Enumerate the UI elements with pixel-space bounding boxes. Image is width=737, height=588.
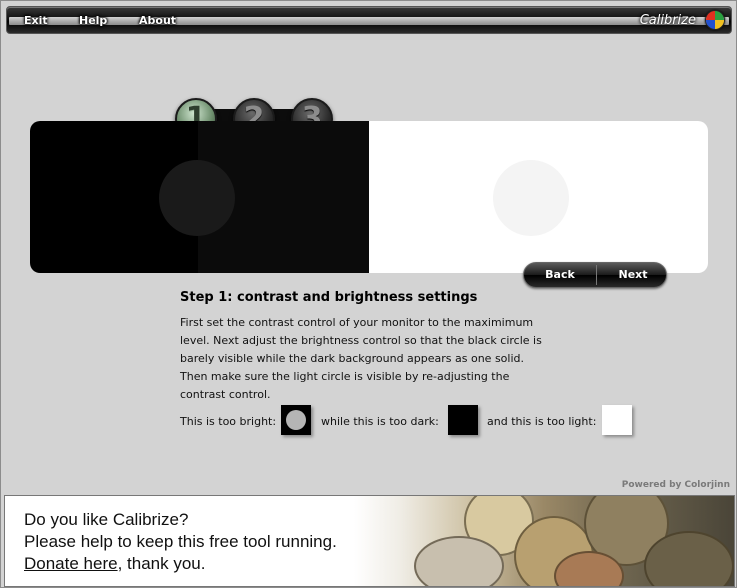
description-line: barely visible while the dark background…	[180, 352, 525, 365]
donation-banner[interactable]: Do you like Calibrize? Please help to ke…	[4, 495, 735, 587]
step-description: First set the contrast control of your m…	[180, 314, 560, 404]
banner-line-2: Please help to keep this free tool runni…	[24, 532, 337, 551]
back-button[interactable]: Back	[524, 263, 596, 287]
coins-image	[354, 496, 734, 586]
logo-quadrant	[706, 20, 715, 29]
coin	[414, 536, 504, 586]
light-test-circle	[493, 160, 569, 236]
logo-quadrant	[715, 20, 724, 29]
menu-bar: Exit Help About Calibrize	[6, 6, 732, 34]
menu-bar-stripe	[9, 17, 729, 25]
too-light-label: and this is too light:	[487, 415, 597, 428]
menu-help[interactable]: Help	[79, 12, 107, 30]
menu-about[interactable]: About	[139, 12, 176, 30]
too-light-swatch	[602, 405, 632, 435]
too-bright-label: This is too bright:	[180, 415, 277, 428]
menu-exit[interactable]: Exit	[24, 12, 48, 30]
calibrize-logo-icon	[705, 10, 725, 30]
logo-quadrant	[715, 11, 724, 20]
app-brand-title: Calibrize	[639, 13, 696, 28]
description-line: level. Next adjust the brightness contro…	[180, 334, 542, 347]
too-dark-label: while this is too dark:	[321, 415, 439, 428]
banner-line-3: Donate here, thank you.	[24, 553, 337, 575]
too-bright-swatch	[281, 405, 311, 435]
step-title: Step 1: contrast and brightness settings	[180, 290, 478, 305]
too-dark-swatch	[448, 405, 478, 435]
donate-link[interactable]: Donate here	[24, 554, 118, 573]
description-line: Then make sure the light circle is visib…	[180, 370, 510, 383]
banner-line-1: Do you like Calibrize?	[24, 510, 189, 529]
too-bright-circle	[286, 410, 306, 430]
logo-quadrant	[706, 11, 715, 20]
powered-by-link[interactable]: Powered by Colorjinn	[622, 480, 730, 490]
calibrize-window: Exit Help About Calibrize 1 2 3 Back Nex…	[0, 0, 737, 588]
coin	[644, 531, 734, 586]
thanks-text: , thank you.	[117, 554, 206, 573]
navigation-buttons: Back Next	[523, 262, 667, 288]
calibration-panel	[30, 121, 708, 273]
description-line: contrast control.	[180, 388, 271, 401]
black-test-circle	[159, 160, 235, 236]
description-line: First set the contrast control of your m…	[180, 316, 534, 329]
banner-text: Do you like Calibrize? Please help to ke…	[24, 509, 337, 575]
next-button[interactable]: Next	[597, 263, 666, 287]
